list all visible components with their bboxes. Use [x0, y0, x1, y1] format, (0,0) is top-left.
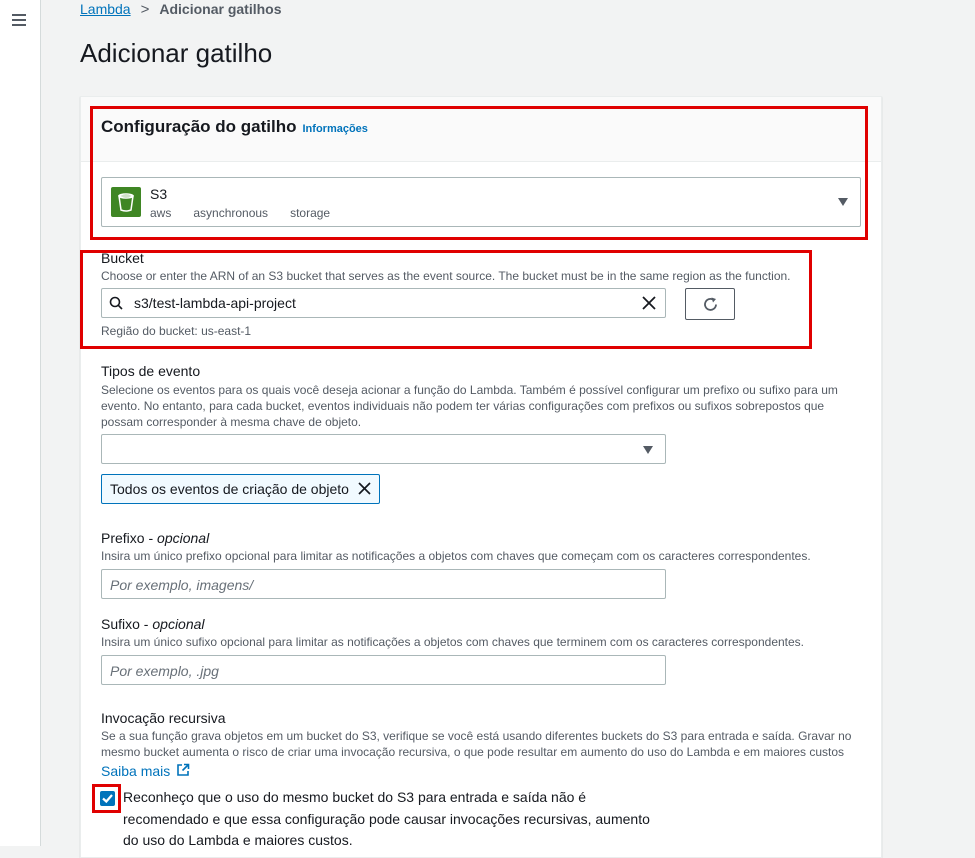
suffix-description: Insira um único sufixo opcional para lim…: [101, 635, 805, 649]
ack-label: Reconheço que o uso do mesmo bucket do S…: [123, 789, 650, 848]
prefix-optional-label: opcional: [157, 530, 210, 546]
remove-token-icon[interactable]: [358, 482, 371, 495]
source-name: S3: [150, 186, 168, 202]
search-icon: [109, 296, 123, 310]
refresh-button[interactable]: [685, 288, 735, 320]
ack-checkbox[interactable]: [100, 791, 115, 806]
page-title: Adicionar gatilho: [80, 38, 273, 68]
external-link-icon: [177, 763, 190, 776]
event-types-description: Selecione os eventos para os quais você …: [101, 383, 838, 429]
card-header: Configuração do gatilho Informações: [81, 97, 881, 162]
menu-icon[interactable]: [12, 14, 26, 26]
breadcrumb: Lambda > Adicionar gatilhos: [80, 0, 281, 18]
source-tag: aws: [150, 206, 172, 220]
refresh-icon: [704, 297, 717, 311]
prefix-placeholder: Por exemplo, imagens/: [110, 577, 254, 593]
breadcrumb-lambda-link[interactable]: Lambda: [80, 1, 131, 17]
left-nav-bar: [0, 0, 41, 846]
card-title: Configuração do gatilho Informações: [101, 117, 368, 136]
chevron-right-icon: >: [140, 1, 150, 18]
source-tags: aws asynchronous storage: [150, 206, 352, 220]
bucket-label: Bucket: [101, 250, 144, 266]
source-tag: storage: [290, 206, 331, 220]
trigger-config-card: Configuração do gatilho Informações S3 aw…: [80, 96, 882, 858]
caret-down-icon: [643, 446, 653, 454]
prefix-label: Prefixo - opcional: [101, 530, 210, 546]
learn-more-link[interactable]: Saiba mais: [101, 763, 190, 779]
suffix-label: Sufixo - opcional: [101, 616, 205, 632]
event-types-select[interactable]: [101, 434, 666, 464]
check-icon: [102, 794, 113, 804]
recursive-description: Se a sua função grava objetos em um buck…: [101, 729, 852, 759]
suffix-input[interactable]: Por exemplo, .jpg: [101, 655, 666, 685]
source-tag: asynchronous: [193, 206, 269, 220]
s3-bucket-icon: [111, 187, 141, 217]
info-link[interactable]: Informações: [303, 123, 368, 135]
suffix-placeholder: Por exemplo, .jpg: [110, 663, 219, 679]
trigger-source-select[interactable]: S3 aws asynchronous storage: [101, 177, 861, 227]
event-type-token-label: Todos os eventos de criação de objeto: [110, 481, 349, 497]
recursive-label: Invocação recursiva: [101, 710, 226, 726]
event-type-token: Todos os eventos de criação de objeto: [101, 474, 380, 504]
breadcrumb-current: Adicionar gatilhos: [159, 1, 282, 17]
bucket-input[interactable]: s3/test-lambda-api-project: [101, 288, 666, 318]
event-types-label: Tipos de evento: [101, 363, 201, 379]
clear-icon[interactable]: [642, 296, 656, 310]
prefix-description: Insira um único prefixo opcional para li…: [101, 549, 811, 563]
caret-down-icon: [838, 198, 848, 206]
prefix-input[interactable]: Por exemplo, imagens/: [101, 569, 666, 599]
suffix-optional-label: opcional: [152, 616, 205, 632]
bucket-description: Choose or enter the ARN of an S3 bucket …: [101, 269, 791, 283]
bucket-region-note: Região do bucket: us-east-1: [101, 324, 252, 338]
bucket-input-value: s3/test-lambda-api-project: [134, 295, 296, 311]
